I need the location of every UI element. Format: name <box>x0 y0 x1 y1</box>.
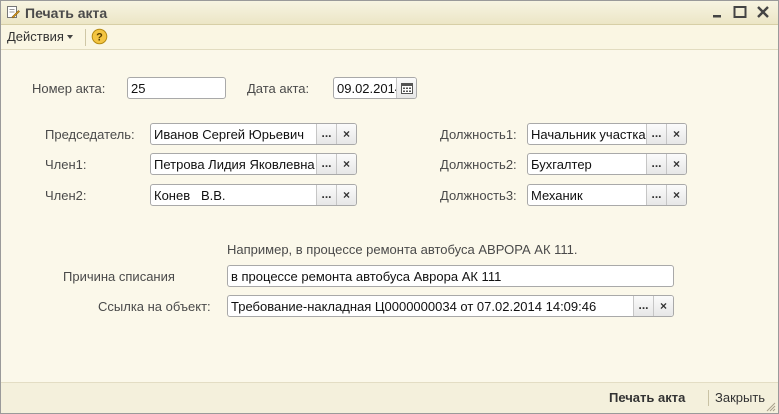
member1-field[interactable]: Петрова Лидия Яковлевна ... × <box>150 153 357 175</box>
member1-label: Член1: <box>45 157 87 172</box>
footer-bar: Печать акта Закрыть <box>1 382 778 413</box>
close-button[interactable]: Закрыть <box>715 390 765 405</box>
chairman-clear-button[interactable]: × <box>336 124 356 144</box>
member2-field[interactable]: Конев В.В. ... × <box>150 184 357 206</box>
position3-label: Должность3: <box>440 188 517 203</box>
document-edit-icon <box>7 6 20 19</box>
act-date-label: Дата акта: <box>247 81 310 96</box>
member1-clear-button[interactable]: × <box>336 154 356 174</box>
position2-label: Должность2: <box>440 157 517 172</box>
ellipsis-icon: ... <box>321 126 332 140</box>
ellipsis-icon: ... <box>651 126 662 140</box>
minimize-icon[interactable] <box>709 5 725 20</box>
position1-field[interactable]: Начальник участка ... × <box>527 123 687 145</box>
actions-menu-label: Действия <box>7 29 64 44</box>
clear-icon: × <box>342 127 350 141</box>
ellipsis-icon: ... <box>321 156 332 170</box>
position3-value: Механик <box>531 188 583 203</box>
actions-menu[interactable]: Действия <box>7 29 73 44</box>
clear-icon: × <box>672 188 680 202</box>
help-icon-label: ? <box>96 32 103 44</box>
calendar-button[interactable] <box>396 78 416 98</box>
position2-clear-button[interactable]: × <box>666 154 686 174</box>
member2-value: Конев В.В. <box>154 188 226 203</box>
clear-icon: × <box>342 157 350 171</box>
position2-value: Бухгалтер <box>531 157 592 172</box>
ellipsis-icon: ... <box>321 187 332 201</box>
position3-select-button[interactable]: ... <box>646 185 666 205</box>
object-ref-clear-button[interactable]: × <box>653 296 673 316</box>
object-ref-value: Требование-накладная Ц0000000034 от 07.0… <box>231 299 597 314</box>
act-number-field[interactable]: 25 <box>127 77 226 99</box>
act-date-field[interactable]: 09.02.2014 <box>333 77 417 99</box>
toolbar: Действия ? <box>1 25 778 50</box>
clear-icon: × <box>672 157 680 171</box>
chairman-value: Иванов Сергей Юрьевич <box>154 127 304 142</box>
position1-label: Должность1: <box>440 127 517 142</box>
member2-select-button[interactable]: ... <box>316 185 336 205</box>
member2-label: Член2: <box>45 188 87 203</box>
window-title: Печать акта <box>25 5 108 21</box>
chairman-field[interactable]: Иванов Сергей Юрьевич ... × <box>150 123 357 145</box>
act-number-value: 25 <box>131 81 146 96</box>
reason-hint: Например, в процессе ремонта автобуса АВ… <box>227 242 578 257</box>
position2-select-button[interactable]: ... <box>646 154 666 174</box>
clear-icon: × <box>659 299 667 313</box>
title-bar[interactable]: Печать акта <box>1 1 778 25</box>
position2-field[interactable]: Бухгалтер ... × <box>527 153 687 175</box>
reason-label: Причина списания <box>63 269 175 284</box>
position3-field[interactable]: Механик ... × <box>527 184 687 206</box>
reason-field[interactable]: в процессе ремонта автобуса Аврора АК 11… <box>227 265 674 287</box>
clear-icon: × <box>672 127 680 141</box>
position1-value: Начальник участка <box>531 127 646 142</box>
position1-clear-button[interactable]: × <box>666 124 686 144</box>
chairman-label: Председатель: <box>45 127 135 142</box>
print-act-button[interactable]: Печать акта <box>609 390 685 405</box>
calendar-icon <box>400 83 413 94</box>
print-act-window: Печать акта Действия ? Номер акта: 25 Да… <box>0 0 779 414</box>
resize-grip-icon[interactable] <box>766 402 776 412</box>
close-icon[interactable] <box>755 5 771 20</box>
position1-select-button[interactable]: ... <box>646 124 666 144</box>
chevron-down-icon <box>66 35 73 39</box>
ellipsis-icon: ... <box>651 187 662 201</box>
help-icon[interactable]: ? <box>91 28 108 45</box>
object-ref-field[interactable]: Требование-накладная Ц0000000034 от 07.0… <box>227 295 674 317</box>
toolbar-divider <box>85 29 86 46</box>
member2-clear-button[interactable]: × <box>336 185 356 205</box>
chairman-select-button[interactable]: ... <box>316 124 336 144</box>
maximize-icon[interactable] <box>732 5 748 20</box>
act-number-label: Номер акта: <box>32 81 106 96</box>
object-ref-label: Ссылка на объект: <box>98 299 211 314</box>
reason-value: в процессе ремонта автобуса Аврора АК 11… <box>231 269 502 284</box>
footer-divider <box>708 390 709 406</box>
clear-icon: × <box>342 188 350 202</box>
member1-select-button[interactable]: ... <box>316 154 336 174</box>
member1-value: Петрова Лидия Яковлевна <box>154 157 315 172</box>
ellipsis-icon: ... <box>638 298 649 312</box>
ellipsis-icon: ... <box>651 156 662 170</box>
act-date-value: 09.02.2014 <box>337 81 399 96</box>
position3-clear-button[interactable]: × <box>666 185 686 205</box>
object-ref-select-button[interactable]: ... <box>633 296 653 316</box>
